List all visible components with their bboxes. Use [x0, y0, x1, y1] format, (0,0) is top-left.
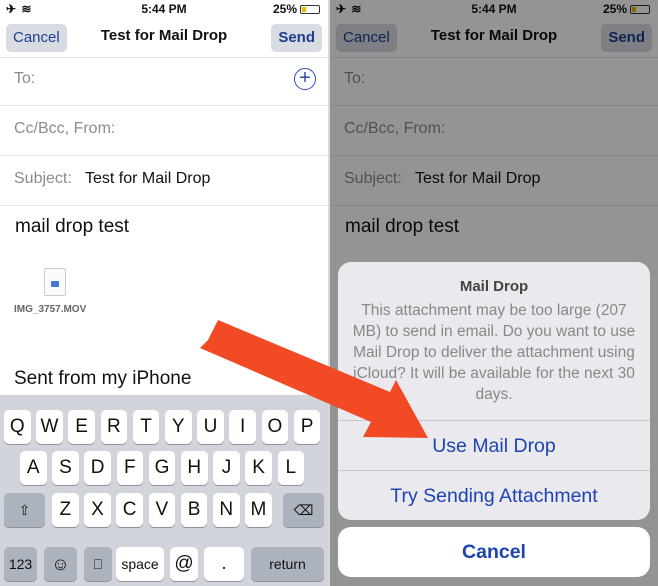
status-bar: ✈ ≋ 5:44 PM 25%: [0, 0, 328, 18]
key-k[interactable]: K: [245, 451, 272, 485]
battery-indicator: 25%: [273, 2, 320, 16]
mail-drop-screen: ✈ ≋ 5:44 PM 25% Cancel Test for Mail Dro…: [330, 0, 658, 586]
return-key[interactable]: return: [251, 547, 324, 581]
key-e[interactable]: E: [68, 410, 95, 444]
key-n[interactable]: N: [213, 493, 240, 527]
period-key[interactable]: .: [204, 547, 244, 581]
key-r[interactable]: R: [100, 410, 128, 444]
key-j[interactable]: J: [213, 451, 240, 485]
to-label: To:: [14, 70, 36, 87]
alert-message: This attachment may be too large (207 MB…: [352, 302, 636, 403]
key-h[interactable]: H: [181, 451, 208, 485]
key-p[interactable]: P: [293, 410, 321, 444]
space-key[interactable]: space: [116, 547, 164, 581]
send-button[interactable]: Send: [271, 24, 322, 52]
to-field[interactable]: To: +: [0, 56, 328, 106]
key-y[interactable]: Y: [165, 410, 192, 444]
keyboard: QWERTYUIOP ASDFGHJKL ZXCVBNM ⇧ ⌫ 123 ☺ ⎕…: [0, 395, 328, 586]
cc-bcc-label: Cc/Bcc, From:: [14, 120, 116, 137]
at-key[interactable]: @: [170, 547, 198, 581]
key-a[interactable]: A: [20, 451, 47, 485]
add-contact-icon[interactable]: +: [294, 68, 316, 90]
key-z[interactable]: Z: [52, 493, 79, 527]
key-x[interactable]: X: [84, 493, 111, 527]
compose-screen: ✈ ≋ 5:44 PM 25% Cancel Test for Mail Dro…: [0, 0, 328, 586]
key-g[interactable]: G: [148, 451, 176, 485]
numbers-key[interactable]: 123: [4, 547, 37, 581]
microphone-key[interactable]: ⎕: [84, 547, 112, 581]
key-t[interactable]: T: [132, 410, 160, 444]
key-d[interactable]: D: [84, 451, 111, 485]
compose-navbar: Cancel Test for Mail Drop Send: [0, 18, 328, 58]
key-o[interactable]: O: [261, 410, 289, 444]
key-l[interactable]: L: [277, 451, 305, 485]
message-body[interactable]: mail drop test: [15, 216, 129, 238]
key-f[interactable]: F: [116, 451, 144, 485]
delete-key[interactable]: ⌫: [283, 493, 324, 527]
battery-icon: [300, 5, 320, 14]
key-c[interactable]: C: [116, 493, 143, 527]
shift-key[interactable]: ⇧: [4, 493, 45, 527]
key-s[interactable]: S: [52, 451, 79, 485]
attachment-name: IMG_3757.MOV: [14, 304, 87, 315]
microphone-icon: ⎕: [93, 556, 103, 572]
alert-title: Mail Drop: [459, 278, 529, 295]
use-mail-drop-button[interactable]: Use Mail Drop: [338, 420, 650, 470]
signature: Sent from my iPhone: [14, 368, 192, 389]
key-w[interactable]: W: [36, 410, 63, 444]
key-v[interactable]: V: [148, 493, 176, 527]
mail-drop-alert: Mail Drop This attachment may be too lar…: [338, 262, 650, 520]
key-b[interactable]: B: [180, 493, 208, 527]
subject-value: Test for Mail Drop: [85, 170, 211, 187]
key-q[interactable]: Q: [4, 410, 31, 444]
key-u[interactable]: U: [197, 410, 224, 444]
alert-cancel-button[interactable]: Cancel: [338, 527, 650, 577]
subject-label: Subject:: [14, 170, 72, 187]
subject-field[interactable]: Subject: Test for Mail Drop: [0, 156, 328, 206]
try-sending-attachment-button[interactable]: Try Sending Attachment: [338, 470, 650, 520]
key-m[interactable]: M: [245, 493, 272, 527]
video-file-icon[interactable]: [44, 268, 66, 296]
cc-bcc-field[interactable]: Cc/Bcc, From:: [0, 106, 328, 156]
key-i[interactable]: I: [229, 410, 256, 444]
emoji-key[interactable]: ☺: [44, 547, 77, 581]
